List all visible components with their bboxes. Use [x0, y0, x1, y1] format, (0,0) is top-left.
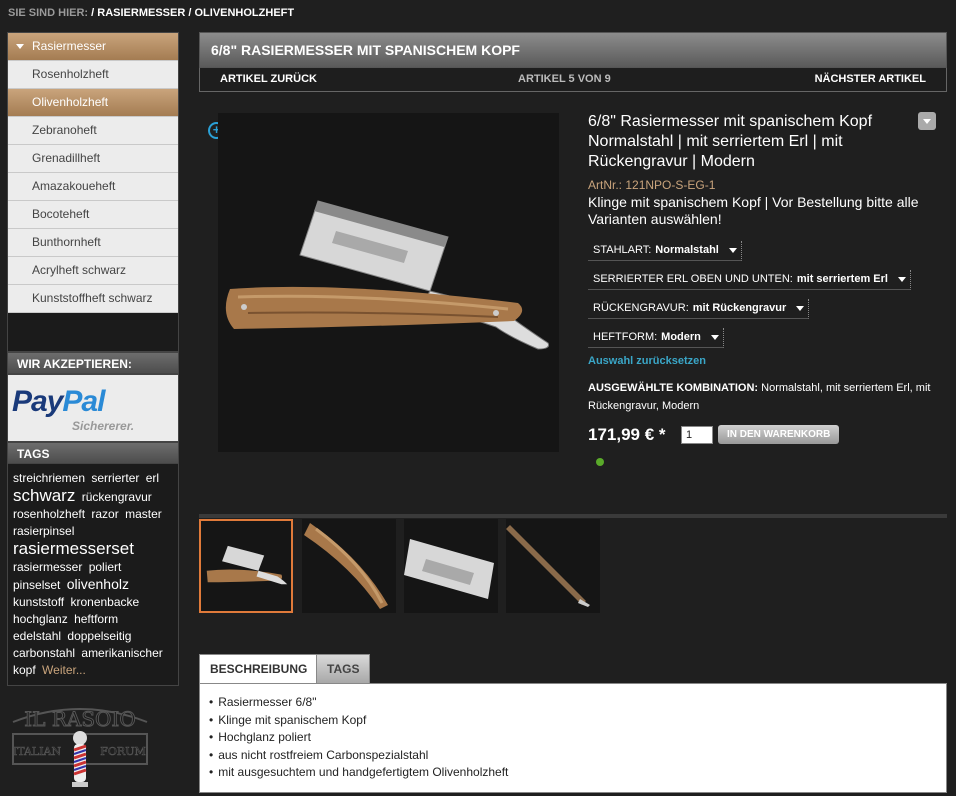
article-counter: ARTIKEL 5 VON 9: [518, 73, 611, 85]
list-item: mit ausgesuchtem und handgefertigtem Oli…: [209, 764, 937, 782]
tab-tags[interactable]: TAGS: [316, 654, 371, 684]
tag-link[interactable]: pinselset: [13, 578, 60, 592]
tag-link[interactable]: erl: [146, 471, 159, 485]
stock-status-icon: [596, 458, 604, 466]
tag-link[interactable]: master: [125, 507, 162, 521]
quantity-input[interactable]: [681, 426, 713, 444]
tag-link[interactable]: edelstahl: [13, 629, 61, 643]
sidebar: Rasiermesser Rosenholzheft Olivenholzhef…: [7, 32, 179, 686]
tag-link[interactable]: razor: [91, 507, 118, 521]
product-info: 6/8" Rasiermesser mit spanischem Kopf No…: [588, 112, 938, 466]
paypal-logo[interactable]: PayPal Sichererer.: [7, 374, 179, 442]
tags-more-link[interactable]: Weiter...: [42, 663, 86, 677]
tag-link[interactable]: kopf: [13, 663, 36, 677]
tag-link[interactable]: heftform: [74, 612, 118, 626]
thumbnail-4[interactable]: [506, 519, 600, 613]
chevron-down-icon: [16, 44, 24, 49]
thumbnail-2[interactable]: [302, 519, 396, 613]
product-image[interactable]: [218, 113, 559, 452]
dropdown-arrow-icon: [710, 334, 719, 340]
tags-title: TAGS: [7, 442, 179, 464]
tag-link[interactable]: kronenbacke: [70, 595, 139, 609]
accept-title: WIR AKZEPTIEREN:: [7, 352, 179, 374]
breadcrumb: SIE SIND HIER: / RASIERMESSER / OLIVENHO…: [8, 7, 295, 19]
list-item: Hochglanz poliert: [209, 729, 937, 747]
tag-link[interactable]: schwarz: [13, 486, 75, 505]
tag-link[interactable]: rosenholzheft: [13, 507, 85, 521]
prev-article-link[interactable]: ARTIKEL ZURÜCK: [220, 68, 317, 90]
tag-link[interactable]: streichriemen: [13, 471, 85, 485]
tag-link[interactable]: rückengravur: [82, 490, 152, 504]
dropdown-arrow-icon: [728, 247, 737, 253]
tab-beschreibung[interactable]: BESCHREIBUNG: [199, 654, 319, 684]
tag-link[interactable]: olivenholz: [67, 576, 129, 592]
variant-select-stahlart[interactable]: STAHLART: Normalstahl: [588, 241, 742, 261]
selected-combination: AUSGEWÄHLTE KOMBINATION: Normalstahl, mi…: [588, 382, 931, 412]
breadcrumb-prefix: SIE SIND HIER:: [8, 7, 89, 19]
breadcrumb-item-rasiermesser[interactable]: RASIERMESSER: [97, 7, 185, 19]
svg-text:ITALIAN: ITALIAN: [13, 745, 62, 758]
sidebar-item-rasiermesser[interactable]: Rasiermesser: [8, 33, 178, 61]
list-item: Rasiermesser 6/8": [209, 694, 937, 712]
sidebar-item-olivenholzheft[interactable]: Olivenholzheft: [8, 89, 178, 117]
sidebar-item-kunststoffheft-schwarz[interactable]: Kunststoffheft schwarz: [8, 285, 178, 313]
sidebar-item-zebranoheft[interactable]: Zebranoheft: [8, 117, 178, 145]
variant-selectors: STAHLART: Normalstahl SERRIERTER ERL OBEN…: [588, 233, 938, 349]
product-title: 6/8" Rasiermesser mit spanischem Kopf No…: [588, 113, 873, 170]
tag-link[interactable]: serrierter: [91, 471, 139, 485]
variant-select-serrierter-erl[interactable]: SERRIERTER ERL OBEN UND UNTEN: mit serrie…: [588, 270, 911, 290]
sidebar-item-rosenholzheft[interactable]: Rosenholzheft: [8, 61, 178, 89]
category-list: Rasiermesser Rosenholzheft Olivenholzhef…: [7, 32, 179, 352]
sidebar-item-grenadillheft[interactable]: Grenadillheft: [8, 145, 178, 173]
svg-text:IL RASOIO: IL RASOIO: [24, 707, 135, 731]
tag-link[interactable]: rasiermesser: [13, 560, 82, 574]
tag-cloud: streichriemen serrierter erl schwarz rüc…: [7, 464, 179, 686]
add-to-cart-button[interactable]: IN DEN WARENKORB: [718, 425, 840, 444]
variant-select-heftform[interactable]: HEFTFORM: Modern: [588, 328, 724, 348]
il-rasoio-forum-logo[interactable]: IL RASOIO ITALIAN FORUM: [5, 700, 155, 790]
tag-link[interactable]: rasiermesserset: [13, 539, 134, 558]
product-header-title: 6/8" RASIERMESSER MIT SPANISCHEM KOPF: [199, 32, 947, 68]
collapse-toggle-icon[interactable]: [918, 112, 936, 130]
main-content: 6/8" RASIERMESSER MIT SPANISCHEM KOPF AR…: [199, 32, 947, 793]
reset-selection-link[interactable]: Auswahl zurücksetzen: [588, 355, 938, 367]
product-nav: ARTIKEL ZURÜCK ARTIKEL 5 VON 9 NÄCHSTER …: [199, 68, 947, 92]
tag-link[interactable]: poliert: [89, 560, 122, 574]
list-item: aus nicht rostfreiem Carbonspezialstahl: [209, 747, 937, 765]
list-item: Klinge mit spanischem Kopf: [209, 712, 937, 730]
sidebar-item-bocoteheft[interactable]: Bocoteheft: [8, 201, 178, 229]
description-list: Rasiermesser 6/8" Klinge mit spanischem …: [199, 683, 947, 793]
tag-link[interactable]: doppelseitig: [67, 629, 131, 643]
price: 171,99 € *: [588, 425, 666, 444]
article-number: ArtNr.: 121NPO-S-EG-1: [588, 178, 716, 192]
tag-link[interactable]: kunststoff: [13, 595, 64, 609]
product-short-description: Klinge mit spanischem Kopf | Vor Bestell…: [588, 194, 919, 227]
sidebar-item-acrylheft-schwarz[interactable]: Acrylheft schwarz: [8, 257, 178, 285]
tag-link[interactable]: hochglanz: [13, 612, 68, 626]
variant-select-rueckengravur[interactable]: RÜCKENGRAVUR: mit Rückengravur: [588, 299, 810, 319]
buy-row: 171,99 € * IN DEN WARENKORB: [588, 425, 938, 466]
thumbnail-1[interactable]: [199, 519, 293, 613]
dropdown-arrow-icon: [897, 276, 906, 282]
thumbnail-3[interactable]: [404, 519, 498, 613]
tag-link[interactable]: carbonstahl: [13, 646, 75, 660]
sidebar-item-bunthornheft[interactable]: Bunthornheft: [8, 229, 178, 257]
thumbnail-strip: [199, 514, 947, 614]
tag-link[interactable]: rasierpinsel: [13, 524, 74, 538]
tag-link[interactable]: amerikanischer: [81, 646, 162, 660]
breadcrumb-item-olivenholzheft[interactable]: OLIVENHOLZHEFT: [194, 7, 294, 19]
next-article-link[interactable]: NÄCHSTER ARTIKEL: [815, 68, 926, 90]
svg-text:FORUM: FORUM: [100, 745, 145, 758]
sidebar-item-amazakoueheft[interactable]: Amazakoueheft: [8, 173, 178, 201]
dropdown-arrow-icon: [796, 305, 805, 311]
